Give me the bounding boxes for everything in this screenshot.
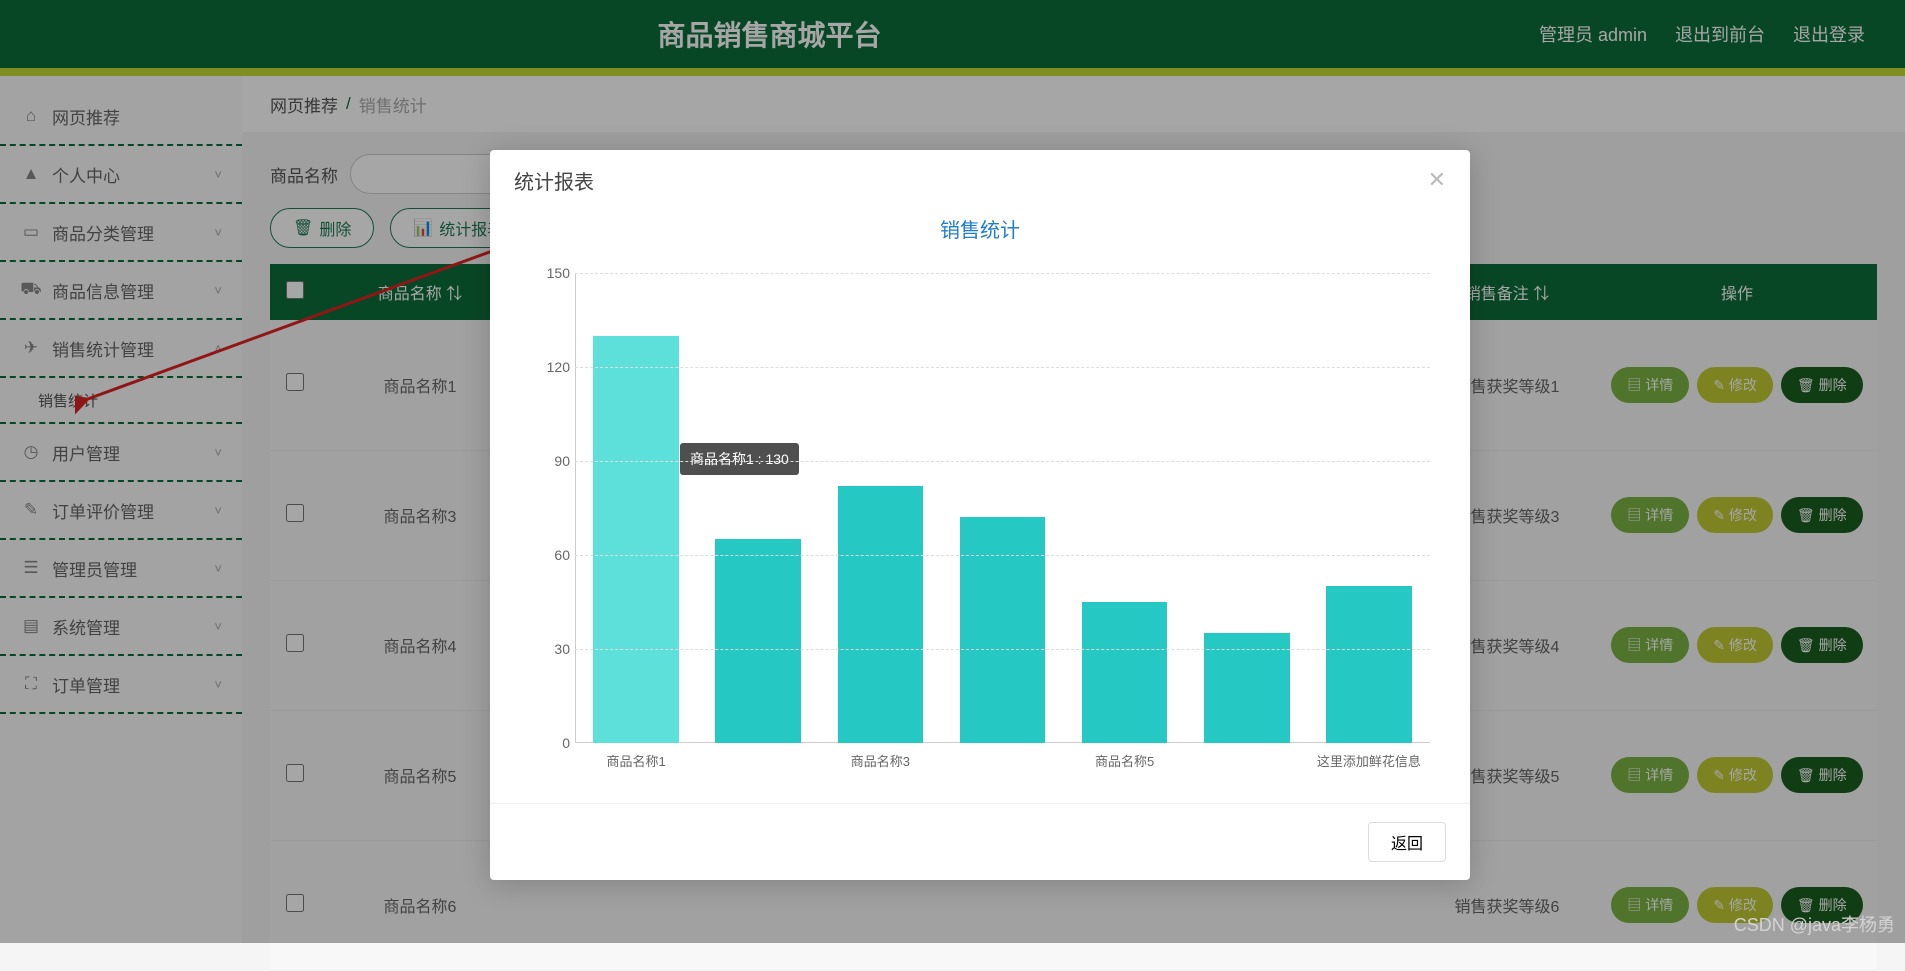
chart-tooltip: 商品名称1 : 130	[680, 443, 799, 475]
back-button[interactable]: 返回	[1368, 822, 1446, 862]
x-label: 商品名称3	[851, 751, 910, 770]
x-label: 商品名称1	[606, 751, 665, 770]
y-tick: 60	[554, 547, 570, 563]
modal-title: 统计报表	[514, 166, 594, 195]
y-tick: 0	[562, 735, 570, 751]
bar[interactable]	[838, 486, 923, 743]
bar[interactable]	[593, 336, 678, 743]
bar[interactable]	[960, 517, 1045, 743]
close-icon[interactable]: ✕	[1428, 167, 1446, 193]
bar-chart: 商品名称1 商品名称3 商品名称5 这里添加鲜花信息 商品名称1 : 130 0 30 6…	[520, 253, 1440, 803]
x-label: 商品名称5	[1095, 751, 1154, 770]
y-tick: 150	[547, 265, 570, 281]
x-label: 这里添加鲜花信息	[1317, 751, 1421, 770]
chart-title: 销售统计	[490, 214, 1470, 243]
bar[interactable]	[1082, 602, 1167, 743]
y-tick: 90	[554, 453, 570, 469]
y-tick: 120	[547, 359, 570, 375]
report-modal: 统计报表 ✕ 销售统计 商品名称1 商品名称3 商品名称5 这里添加鲜花信息 商品名称…	[490, 150, 1470, 880]
y-tick: 30	[554, 641, 570, 657]
bar[interactable]	[1326, 586, 1411, 743]
bar[interactable]	[715, 539, 800, 743]
watermark: CSDN @java李杨勇	[1734, 911, 1895, 937]
